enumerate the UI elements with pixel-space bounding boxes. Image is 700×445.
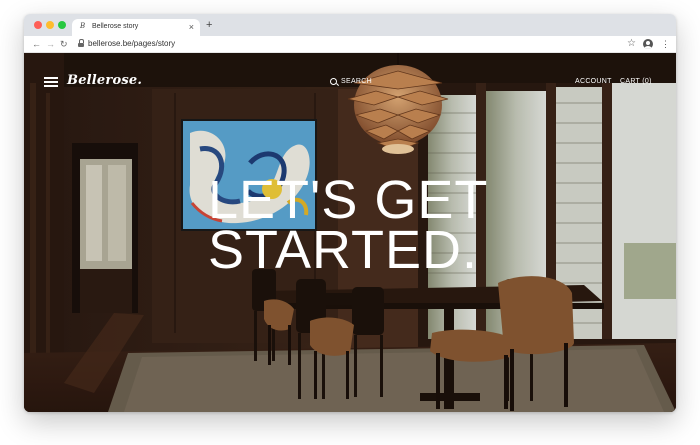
account-link[interactable]: ACCOUNT — [575, 78, 612, 85]
browser-toolbar: ← → ↻ bellerose.be/pages/story ☆ ⋮ — [24, 36, 676, 53]
favicon-icon: B — [80, 22, 86, 30]
star-icon[interactable]: ☆ — [627, 38, 636, 50]
page-viewport: Bellerose. SEARCH ACCOUNT CART (0) LET'S… — [24, 53, 676, 412]
tab-close-icon[interactable]: × — [189, 21, 194, 33]
hero-headline-line-2: STARTED. — [208, 220, 479, 280]
search-icon — [330, 78, 337, 85]
site-logo[interactable]: Bellerose. — [67, 73, 142, 88]
minimize-window-button[interactable] — [46, 21, 54, 29]
search-label: SEARCH — [341, 78, 372, 85]
hero-headline-line-1: LET'S GET — [208, 170, 489, 230]
browser-window: B Bellerose story × + ← → ↻ bellerose.be… — [24, 14, 676, 412]
browser-tab[interactable]: B Bellerose story × — [72, 19, 200, 36]
reload-icon[interactable]: ↻ — [60, 39, 68, 50]
tab-title: Bellerose story — [92, 23, 139, 30]
close-window-button[interactable] — [34, 21, 42, 29]
cart-link[interactable]: CART (0) — [620, 78, 652, 85]
site-header: Bellerose. SEARCH ACCOUNT CART (0) — [24, 53, 676, 113]
forward-arrow-icon[interactable]: → — [46, 39, 55, 50]
lock-icon[interactable] — [78, 39, 84, 48]
tab-strip: B Bellerose story × + — [24, 14, 676, 36]
back-arrow-icon[interactable]: ← — [32, 39, 41, 50]
profile-icon[interactable] — [643, 39, 653, 49]
kebab-menu-icon[interactable]: ⋮ — [661, 39, 670, 50]
maximize-window-button[interactable] — [58, 21, 66, 29]
hero-headline: LET'S GET STARTED. — [208, 170, 508, 280]
hamburger-menu-icon[interactable] — [44, 77, 58, 87]
address-bar[interactable]: bellerose.be/pages/story — [88, 39, 175, 48]
new-tab-icon[interactable]: + — [206, 19, 212, 31]
